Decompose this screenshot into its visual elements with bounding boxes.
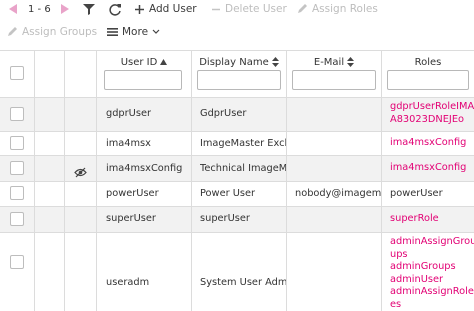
- add-user-button[interactable]: Add User: [134, 3, 197, 15]
- row-checkbox[interactable]: [10, 255, 24, 269]
- display-name-cell: GdprUser: [200, 108, 247, 119]
- pager-next-button[interactable]: [60, 3, 70, 15]
- role-entry: adminAssignRoles: [390, 286, 474, 297]
- user-id-cell: gdprUser: [106, 108, 152, 119]
- pager-range: 1 - 6: [28, 4, 51, 15]
- role-entry: ups: [390, 248, 408, 260]
- menu-icon: [107, 28, 118, 36]
- display-name-cell: superUser: [200, 213, 250, 224]
- user-id-cell: ima4msx: [106, 138, 151, 149]
- display-name-filter-input[interactable]: [197, 70, 281, 90]
- hidden-eye-icon: [74, 163, 87, 182]
- display-name-cell: Power User: [200, 188, 256, 199]
- column-header-user-id[interactable]: User ID: [97, 50, 191, 97]
- filter-button[interactable]: [83, 4, 95, 15]
- plus-icon: [135, 4, 144, 14]
- users-table: User ID Display Name E-Mail Roles gdprUs…: [0, 50, 474, 311]
- triangle-right-icon: [61, 4, 69, 14]
- role-entry: es: [390, 298, 402, 310]
- role-entry: gdprUserRoleIMA83023DNEJEo: [390, 101, 474, 112]
- chevron-down-icon: [152, 29, 160, 34]
- role-entry: adminUser: [390, 273, 444, 285]
- pager-prev-button[interactable]: [8, 3, 18, 15]
- triangle-left-icon: [9, 4, 17, 14]
- refresh-icon: [109, 4, 121, 16]
- display-name-cell: ImageMaster Exchange: [200, 138, 286, 149]
- column-label-display-name: Display Name: [199, 57, 269, 68]
- row-checkbox[interactable]: [10, 186, 24, 200]
- role-entry: A83023DNEJEo: [390, 113, 465, 125]
- role-entry: adminAssignGroups: [390, 236, 474, 247]
- row-checkbox[interactable]: [10, 136, 24, 150]
- refresh-button[interactable]: [109, 3, 122, 16]
- column-header-roles[interactable]: Roles: [382, 50, 474, 97]
- role-entry: superRole: [390, 213, 439, 224]
- user-id-cell: useradm: [106, 277, 150, 288]
- user-id-cell: powerUser: [106, 188, 159, 199]
- more-menu-button[interactable]: More: [107, 26, 160, 38]
- roles-cell: powerUser: [390, 188, 443, 199]
- column-label-email: E-Mail: [313, 57, 345, 68]
- roles-filter-input[interactable]: [387, 70, 469, 90]
- column-label-user-id: User ID: [120, 57, 158, 68]
- select-all-checkbox[interactable]: [10, 66, 24, 80]
- email-filter-input[interactable]: [292, 70, 376, 90]
- minus-icon: [212, 8, 220, 10]
- display-name-cell: Technical ImageMaster: [200, 163, 286, 174]
- role-entry: ima4msxConfig: [390, 162, 467, 173]
- filter-icon: [83, 4, 95, 15]
- user-id-cell: superUser: [106, 213, 156, 224]
- assign-groups-button[interactable]: Assign Groups: [6, 26, 97, 38]
- row-checkbox[interactable]: [10, 107, 24, 121]
- display-name-cell: System User Administrator: [200, 277, 286, 288]
- pencil-icon: [8, 27, 17, 36]
- column-header-email[interactable]: E-Mail: [287, 50, 381, 97]
- role-entry: ima4msxConfig: [390, 137, 467, 148]
- sort-asc-icon: [160, 59, 168, 65]
- email-cell: nobody@imagemaster: [295, 188, 381, 199]
- assign-roles-button[interactable]: Assign Roles: [296, 3, 378, 15]
- user-id-filter-input[interactable]: [104, 70, 182, 90]
- sort-icon: [347, 57, 355, 67]
- delete-user-button[interactable]: Delete User: [211, 3, 287, 15]
- row-checkbox[interactable]: [10, 161, 24, 175]
- pencil-icon: [298, 4, 307, 13]
- column-header-display-name[interactable]: Display Name: [192, 50, 286, 97]
- role-entry: adminGroups: [390, 261, 456, 272]
- column-label-roles: Roles: [414, 57, 442, 68]
- row-checkbox[interactable]: [10, 212, 24, 226]
- sort-icon: [271, 57, 279, 67]
- user-id-cell: ima4msxConfig: [106, 163, 183, 174]
